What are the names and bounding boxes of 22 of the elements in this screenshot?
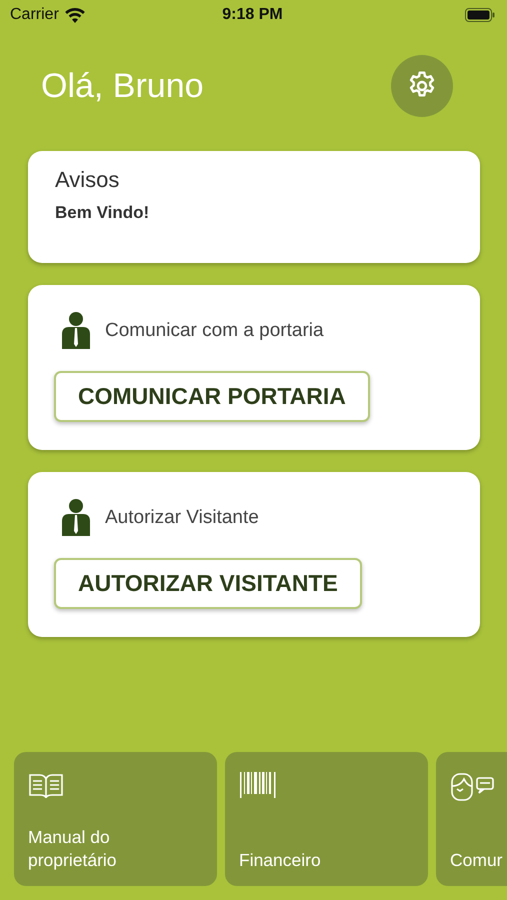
greeting-title: Olá, Bruno [41, 66, 204, 106]
shortcut-tile[interactable]: Comur [436, 752, 507, 886]
person-icon [62, 312, 90, 349]
shortcut-tile[interactable]: Manual do proprietário [14, 752, 217, 886]
clock-time: 9:18 PM [222, 6, 283, 24]
book-icon [28, 772, 64, 800]
carrier-name: Carrier [10, 6, 59, 24]
shortcut-label: Comur [450, 849, 503, 872]
shortcut-label: Financeiro [239, 849, 322, 872]
battery-icon [465, 8, 495, 22]
shortcut-tile[interactable]: Financeiro [225, 752, 428, 886]
wifi-icon [64, 8, 85, 22]
shortcut-label: Manual do proprietário [28, 826, 118, 872]
support-chat-icon [450, 772, 496, 802]
barcode-icon [239, 772, 277, 798]
notice-title: Avisos [55, 167, 120, 193]
action-button[interactable]: COMUNICAR PORTARIA [54, 371, 370, 422]
action-label: Comunicar com a portaria [105, 320, 324, 342]
action-label: Autorizar Visitante [105, 506, 259, 528]
person-icon [62, 499, 90, 536]
action-button[interactable]: AUTORIZAR VISITANTE [54, 558, 362, 609]
notice-message: Bem Vindo! [55, 203, 150, 223]
